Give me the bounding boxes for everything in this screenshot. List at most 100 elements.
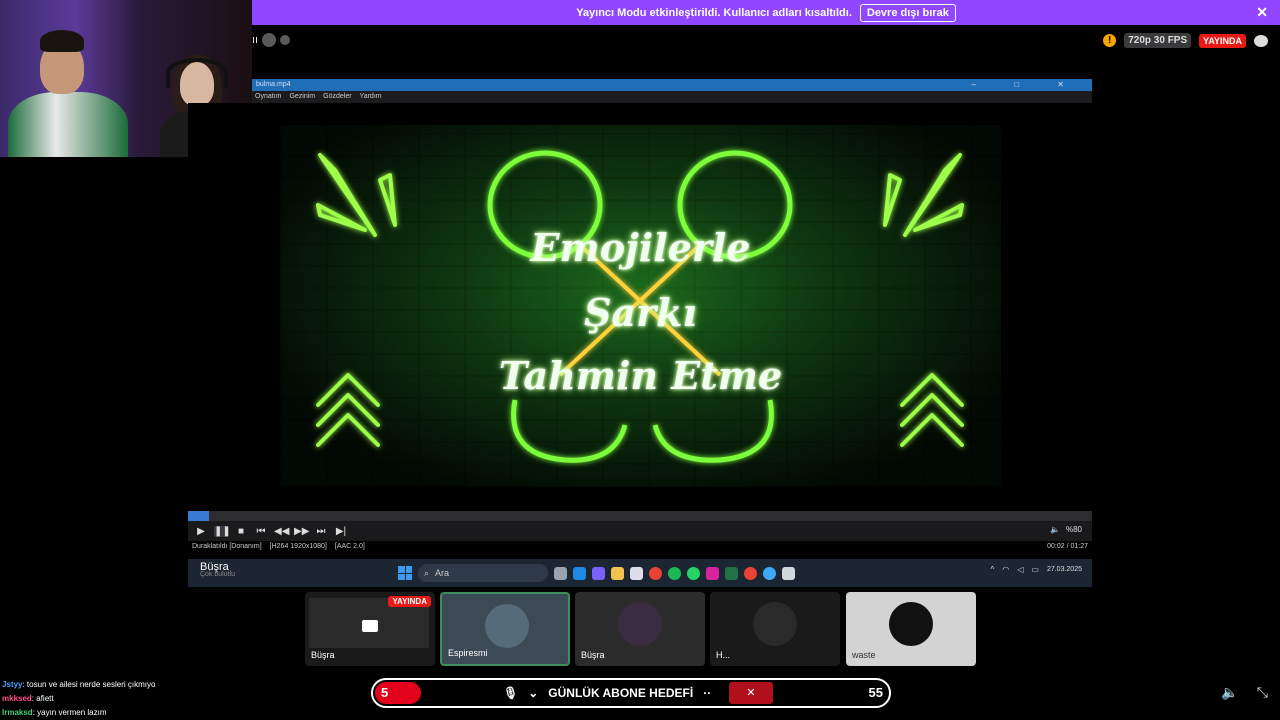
chrome-icon-2[interactable] (744, 566, 757, 580)
video-title-line-1: Emojilerle (530, 225, 751, 270)
live-badge: YAYINDA (1199, 33, 1246, 48)
volume-icon[interactable]: 🔈 (1050, 525, 1060, 534)
warning-icon[interactable]: ! (1103, 34, 1117, 47)
frame-step-button[interactable]: ▶| (334, 526, 348, 537)
stop-button[interactable]: ■ (234, 526, 248, 537)
chevron-down-icon[interactable]: ⌄ (528, 686, 538, 700)
maraca-bottom-right (652, 399, 774, 463)
fullscreen-exit-icon[interactable]: ⤡ (1257, 684, 1268, 701)
chevron-up-icon[interactable]: ^ (990, 565, 994, 574)
chat-username[interactable]: mkksed (2, 694, 32, 703)
excel-icon[interactable] (725, 566, 738, 580)
monitor-icon (362, 620, 378, 632)
fast-forward-button[interactable]: ▶▶ (294, 526, 309, 537)
goal-current: 5 (375, 682, 421, 704)
rewind-button[interactable]: ◀◀ (274, 526, 289, 537)
pause-button[interactable]: ❚❚ (214, 525, 231, 537)
previous-button[interactable]: ⏮ (254, 526, 268, 537)
close-icon[interactable]: ✕ (1256, 4, 1268, 21)
participant-name: waste (852, 650, 876, 660)
goal-center: 🎙 ⌄ GÜNLÜK ABONE HEDEFİ ·· (503, 686, 711, 700)
player-menu-bar: Oynatım Gezinim Gözdeler Yardım (252, 91, 1092, 103)
avatar-icon-2[interactable] (280, 35, 291, 45)
taskbar-date[interactable]: 27.03.2025 (1047, 566, 1082, 573)
edge-icon[interactable] (573, 566, 586, 580)
participant-tile-2[interactable]: Espiresmi (440, 592, 570, 666)
goal-dots: ·· (703, 686, 712, 700)
windows-start-icon[interactable] (398, 566, 412, 580)
participant-tile-3[interactable]: Büşra (575, 592, 705, 666)
close-icon[interactable]: ✕ (729, 682, 773, 704)
participant-tile-5[interactable]: waste (846, 592, 976, 666)
player-window-title: bulma.mp4 (256, 81, 291, 88)
volume-icon[interactable]: 🔈 (1221, 684, 1238, 701)
participant-name: Büşra (311, 650, 335, 660)
participant-tile-1[interactable]: YAYINDA Büşra (305, 592, 435, 666)
status-state: Duraklatıldı [Donanım] (192, 543, 262, 550)
copilot-icon[interactable] (592, 566, 605, 580)
participant-name: Büşra (581, 650, 605, 660)
next-button[interactable]: ⏭ (314, 526, 328, 537)
chat-username[interactable]: Jstyy (2, 680, 22, 689)
player-controls: ▶ ❚❚ ■ ⏮ ◀◀ ▶▶ ⏭ ▶| 🔈 %80 (188, 521, 1092, 541)
top-left-text: ıı (252, 34, 259, 46)
app-icon[interactable] (763, 566, 776, 580)
speaker-icon[interactable]: ◁ (1017, 565, 1023, 574)
chat-message: lrmaksd: yayın vermen lazım (2, 706, 155, 720)
search-icon: ⌕ (424, 567, 430, 578)
folder-icon[interactable] (611, 566, 624, 580)
participant-name: H... (716, 650, 731, 660)
player-status-line: Duraklatıldı [Donanım] [H264 1920x1080] … (188, 543, 1092, 555)
wifi-icon[interactable]: ◠ (1002, 565, 1009, 574)
status-audio: [AAC 2.0] (334, 543, 365, 550)
avatar-icon[interactable] (262, 33, 277, 47)
video-title-line-2: Şarkı (584, 290, 697, 335)
chat-text: : yayın vermen lazım (32, 708, 107, 717)
chat-message: mkksed: afiett (2, 692, 155, 706)
player-title-bar: bulma.mp4 ‒ □ ✕ (252, 79, 1092, 91)
store-icon[interactable] (630, 566, 643, 580)
taskbar-search[interactable]: ⌕ Ara (418, 564, 548, 582)
search-placeholder: Ara (435, 568, 450, 578)
subscriber-goal-bar: 5 🎙 ⌄ GÜNLÜK ABONE HEDEFİ ·· ✕ 55 (371, 678, 891, 708)
battery-icon[interactable]: ▭ (1031, 565, 1039, 574)
obs-icon[interactable] (782, 566, 795, 580)
video-title-line-3: Tahmin Etme (498, 353, 783, 398)
task-view-icon[interactable] (554, 566, 567, 580)
chat-text: : afiett (31, 694, 54, 703)
mic-icon[interactable]: 🎙 (503, 686, 518, 700)
chrome-icon[interactable] (649, 566, 662, 580)
player-menu-item[interactable]: Oynatım (255, 91, 281, 103)
seek-bar[interactable] (188, 511, 1092, 521)
avatar (618, 602, 662, 646)
chat-overlay: Jstyy: tosun ve ailesi nerde sesleri çık… (2, 678, 155, 720)
taskbar-weather[interactable]: Büşra Çok bulutlu (200, 561, 235, 578)
seek-progress (188, 511, 209, 521)
ray-top-right-2 (883, 173, 902, 227)
participant-name: Espiresmi (448, 648, 488, 658)
goal-target: 55 (868, 685, 883, 700)
stream-info: ! 720p 30 FPS YAYINDA (1103, 33, 1268, 48)
play-button[interactable]: ▶ (194, 526, 208, 537)
player-menu-item[interactable]: Gözdeler (323, 91, 351, 103)
top-left-icons: ıı (252, 33, 291, 47)
player-menu-item[interactable]: Gezinim (289, 91, 315, 103)
disable-streamer-mode-button[interactable]: Devre dışı bırak (859, 3, 956, 22)
participant-tile-4[interactable]: H... (710, 592, 840, 666)
player-menu-item[interactable]: Yardım (360, 91, 382, 103)
window-controls[interactable]: ‒ □ ✕ (972, 79, 1082, 91)
chat-icon[interactable] (1254, 34, 1268, 47)
instagram-icon[interactable] (706, 566, 719, 580)
avatar (485, 604, 529, 648)
chat-username[interactable]: lrmaksd (2, 708, 33, 717)
stream-screen: Yayıncı Modu etkinleştirildi. Kullanıcı … (0, 0, 1280, 720)
volume-control[interactable]: 🔈 %80 (1050, 525, 1082, 534)
spotify-icon[interactable] (668, 566, 681, 580)
system-tray: ^ ◠ ◁ ▭ 27.03.2025 (990, 565, 1082, 574)
maraca-bottom-left (511, 399, 628, 463)
whatsapp-icon[interactable] (687, 566, 700, 580)
playback-time: 00:02 / 01:27 (1047, 543, 1088, 550)
video-frame[interactable]: Emojilerle Şarkı Tahmin Etme (280, 125, 1001, 487)
ray-top-left-2 (378, 173, 397, 227)
headset-icon (166, 58, 228, 88)
